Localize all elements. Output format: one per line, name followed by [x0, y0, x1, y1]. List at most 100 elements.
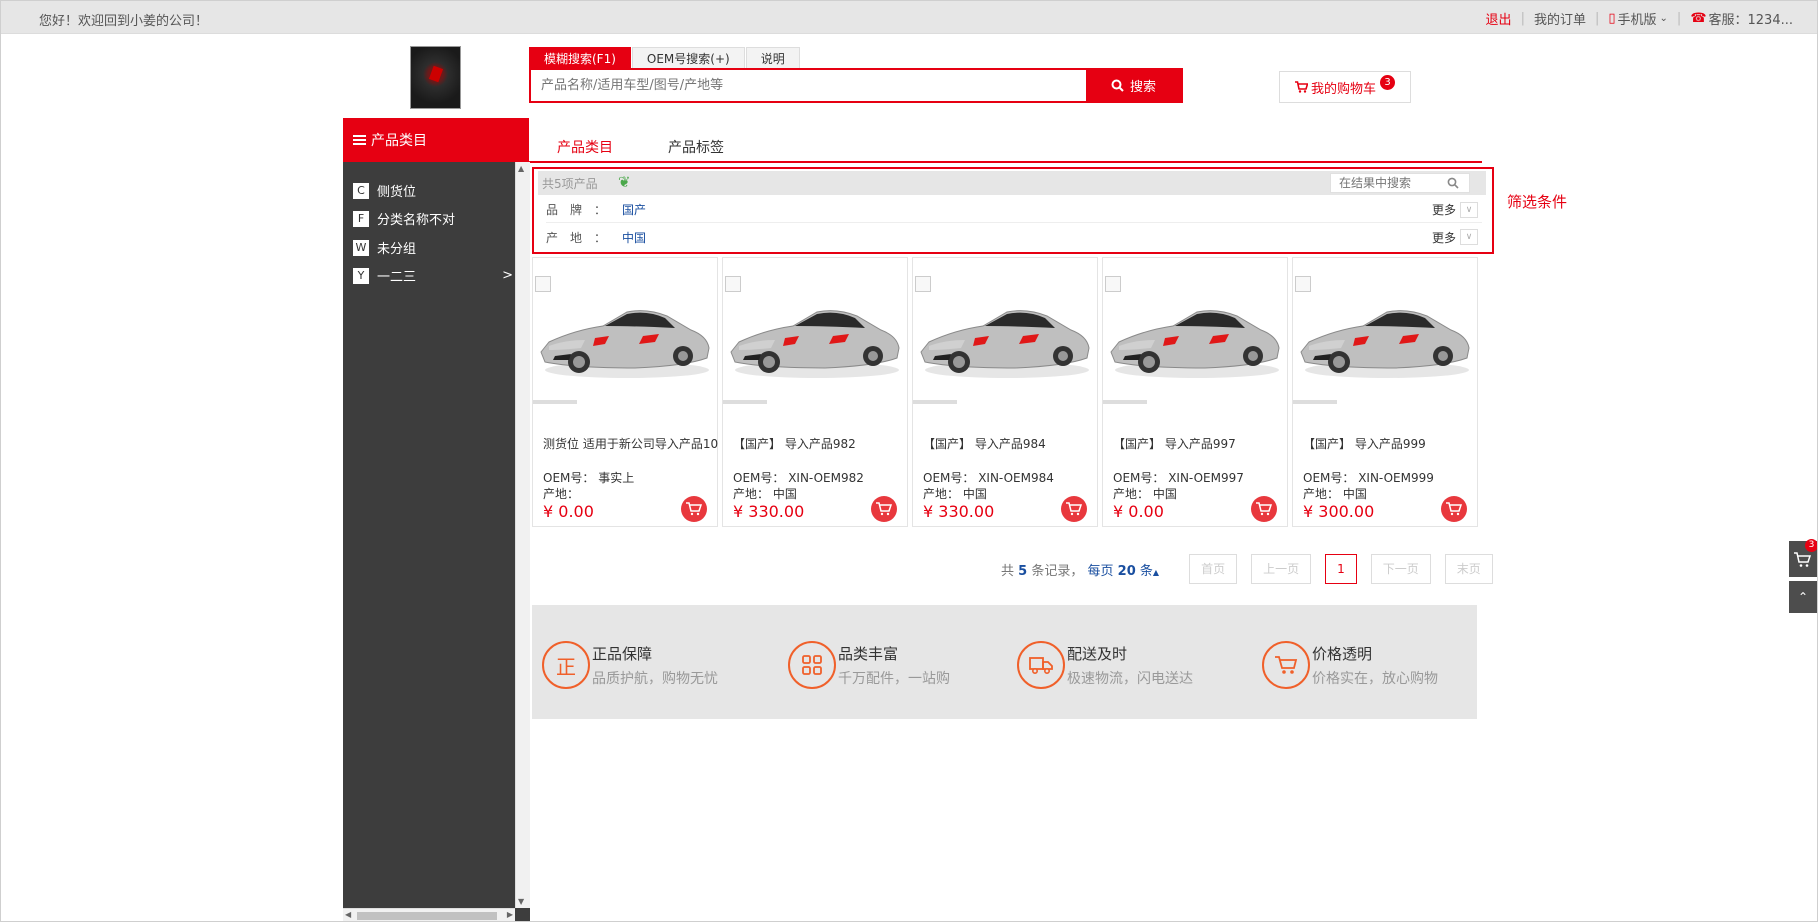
product-image[interactable]: [1295, 286, 1475, 386]
more-button[interactable]: 更多 ∨: [1432, 229, 1478, 246]
product-oem: OEM号： XIN-OEM999: [1303, 471, 1434, 485]
sidebar-item-f[interactable]: F 分类名称不对: [353, 209, 513, 228]
search-tabs: 模糊搜索(F1) OEM号搜索(+) 说明: [529, 47, 801, 69]
add-to-cart-button[interactable]: [1441, 496, 1467, 522]
category-header[interactable]: 产品类目: [343, 118, 529, 162]
refresh-leaf-icon[interactable]: ❦: [618, 173, 631, 191]
sidebar-item-label: 分类名称不对: [377, 213, 456, 228]
tab-oem-search[interactable]: OEM号搜索(+): [631, 47, 745, 69]
tab-instructions[interactable]: 说明: [745, 47, 800, 69]
my-cart-label: 我的购物车: [1310, 81, 1376, 97]
per-page-selector[interactable]: 每页 20 条▲: [1088, 564, 1160, 579]
cart-icon: [1294, 81, 1308, 93]
result-search-input[interactable]: [1331, 176, 1447, 190]
sidebar-item-label: 一二三: [377, 270, 417, 285]
filter-row-brand: 品牌： 国产 更多 ∨: [546, 197, 1482, 223]
filter-value-brand[interactable]: 国产: [622, 201, 646, 218]
service-guarantees: 正 正品保障 品质护航，购物无忧 品类丰富 千万配件，一站购 配送及时 极速物流，闪电…: [532, 605, 1477, 719]
first-page-button[interactable]: 首页: [1189, 554, 1238, 584]
add-to-cart-icon: [1446, 502, 1462, 516]
prev-page-button[interactable]: 上一页: [1251, 554, 1312, 584]
current-page-button[interactable]: 1: [1325, 554, 1357, 584]
filter-label: 产地：: [546, 230, 619, 245]
product-oem: OEM号： XIN-OEM984: [923, 471, 1054, 485]
scrollbar-thumb[interactable]: [357, 912, 497, 920]
car-image: [1300, 310, 1470, 378]
result-search-box: [1330, 173, 1470, 193]
cart-icon: [1794, 552, 1812, 567]
product-name[interactable]: 【国产】 导入产品984: [923, 435, 1046, 452]
filter-value-origin[interactable]: 中国: [622, 229, 646, 246]
image-placeholder-bar: [533, 400, 577, 404]
record-total: 5: [1018, 563, 1028, 579]
product-card[interactable]: 【国产】 导入产品984 OEM号： XIN-OEM984 产地： 中国 ¥ 3…: [912, 257, 1098, 527]
sidebar-item-y[interactable]: Y 一二三 >: [353, 266, 513, 285]
tab-product-category[interactable]: 产品类目: [557, 137, 613, 157]
product-image[interactable]: [725, 286, 905, 386]
product-card[interactable]: 【国产】 导入产品982 OEM号： XIN-OEM982 产地： 中国 ¥ 3…: [722, 257, 908, 527]
product-origin: 产地：: [543, 487, 580, 501]
logout-link[interactable]: 退出: [1486, 9, 1512, 28]
search-icon[interactable]: [1447, 177, 1459, 189]
scroll-left-arrow-icon[interactable]: ◀: [345, 910, 351, 919]
image-placeholder-bar: [723, 400, 767, 404]
product-card[interactable]: 【国产】 导入产品999 OEM号： XIN-OEM999 产地： 中国 ¥ 3…: [1292, 257, 1478, 527]
product-oem: OEM号： 事实上: [543, 471, 635, 485]
back-to-top-button[interactable]: ⌃: [1789, 581, 1817, 613]
category-sidebar: C 侧货位 F 分类名称不对 W 未分组 Y 一二三 >: [343, 162, 530, 921]
scroll-right-arrow-icon[interactable]: ▶: [507, 910, 513, 919]
sidebar-item-w[interactable]: W 未分组: [353, 238, 513, 257]
product-origin: 产地： 中国: [1113, 487, 1177, 501]
add-to-cart-button[interactable]: [681, 496, 707, 522]
service-desc: 品质护航，购物无忧: [592, 670, 718, 687]
customer-service[interactable]: 客服：1234...: [1709, 9, 1793, 28]
mobile-link[interactable]: 手机版: [1618, 9, 1657, 28]
my-cart-button[interactable]: 我的购物车 3: [1279, 71, 1411, 103]
add-to-cart-button[interactable]: [871, 496, 897, 522]
company-logo[interactable]: [410, 46, 461, 109]
add-to-cart-button[interactable]: [1251, 496, 1277, 522]
last-page-button[interactable]: 末页: [1444, 554, 1493, 584]
floating-cart-badge: 3: [1805, 539, 1817, 552]
search-button[interactable]: 搜索: [1086, 70, 1181, 101]
product-name[interactable]: 【国产】 导入产品982: [733, 435, 856, 452]
service-pricing: 价格透明 价格实在，放心购物: [1262, 641, 1438, 689]
sidebar-vertical-scrollbar[interactable]: ▲ ▼: [515, 162, 530, 908]
sidebar-item-label: 侧货位: [377, 185, 417, 200]
tab-product-tags[interactable]: 产品标签: [668, 137, 724, 157]
add-to-cart-button[interactable]: [1061, 496, 1087, 522]
more-button[interactable]: 更多 ∨: [1432, 201, 1478, 218]
tab-fuzzy-search[interactable]: 模糊搜索(F1): [529, 47, 631, 69]
product-name[interactable]: 【国产】 导入产品999: [1303, 435, 1426, 452]
sidebar-item-c[interactable]: C 侧货位: [353, 181, 513, 200]
service-desc: 千万配件，一站购: [838, 670, 950, 687]
image-placeholder-bar: [1293, 400, 1337, 404]
product-image[interactable]: [1105, 286, 1285, 386]
scroll-up-arrow-icon[interactable]: ▲: [518, 164, 524, 173]
page-frame: 您好！欢迎回到小姜的公司！ 退出 | 我的订单 | ▯ 手机版 ⌄ | ☎ 客服…: [0, 0, 1818, 922]
next-page-button[interactable]: 下一页: [1370, 554, 1431, 584]
my-orders-link[interactable]: 我的订单: [1534, 9, 1586, 28]
product-card[interactable]: 【国产】 导入产品997 OEM号： XIN-OEM997 产地： 中国 ¥ 0…: [1102, 257, 1288, 527]
service-title: 价格透明: [1312, 644, 1373, 663]
product-image[interactable]: [915, 286, 1095, 386]
scroll-down-arrow-icon[interactable]: ▼: [518, 897, 524, 906]
divider: |: [1594, 11, 1600, 26]
chevron-up-icon: ⌃: [1797, 590, 1809, 604]
sidebar-item-letter: W: [353, 239, 369, 256]
floating-cart-button[interactable]: 3: [1789, 539, 1817, 577]
product-origin: 产地： 中国: [733, 487, 797, 501]
product-card[interactable]: 测货位 适用于新公司导入产品10 OEM号： 事实上 产地： ¥ 0.00: [532, 257, 718, 527]
product-image[interactable]: [535, 286, 715, 386]
search-input[interactable]: [531, 70, 1086, 101]
pagination: 共 5 条记录， 每页 20 条▲ 首页 上一页 1 下一页 末页: [1001, 553, 1493, 585]
cart-icon: [1262, 641, 1310, 689]
product-price: ¥ 0.00: [1113, 502, 1164, 521]
filter-panel: 共5项产品 ❦ 品牌： 国产 更多 ∨ 产地： 中国 更多 ∨: [532, 167, 1494, 254]
product-name[interactable]: 测货位 适用于新公司导入产品10: [543, 435, 718, 452]
product-name[interactable]: 【国产】 导入产品997: [1113, 435, 1236, 452]
sidebar-horizontal-scrollbar[interactable]: ◀ ▶: [343, 908, 515, 921]
per-page-suffix: 条: [1139, 563, 1153, 579]
service-variety: 品类丰富 千万配件，一站购: [788, 641, 950, 689]
service-genuine: 正 正品保障 品质护航，购物无忧: [542, 641, 718, 689]
